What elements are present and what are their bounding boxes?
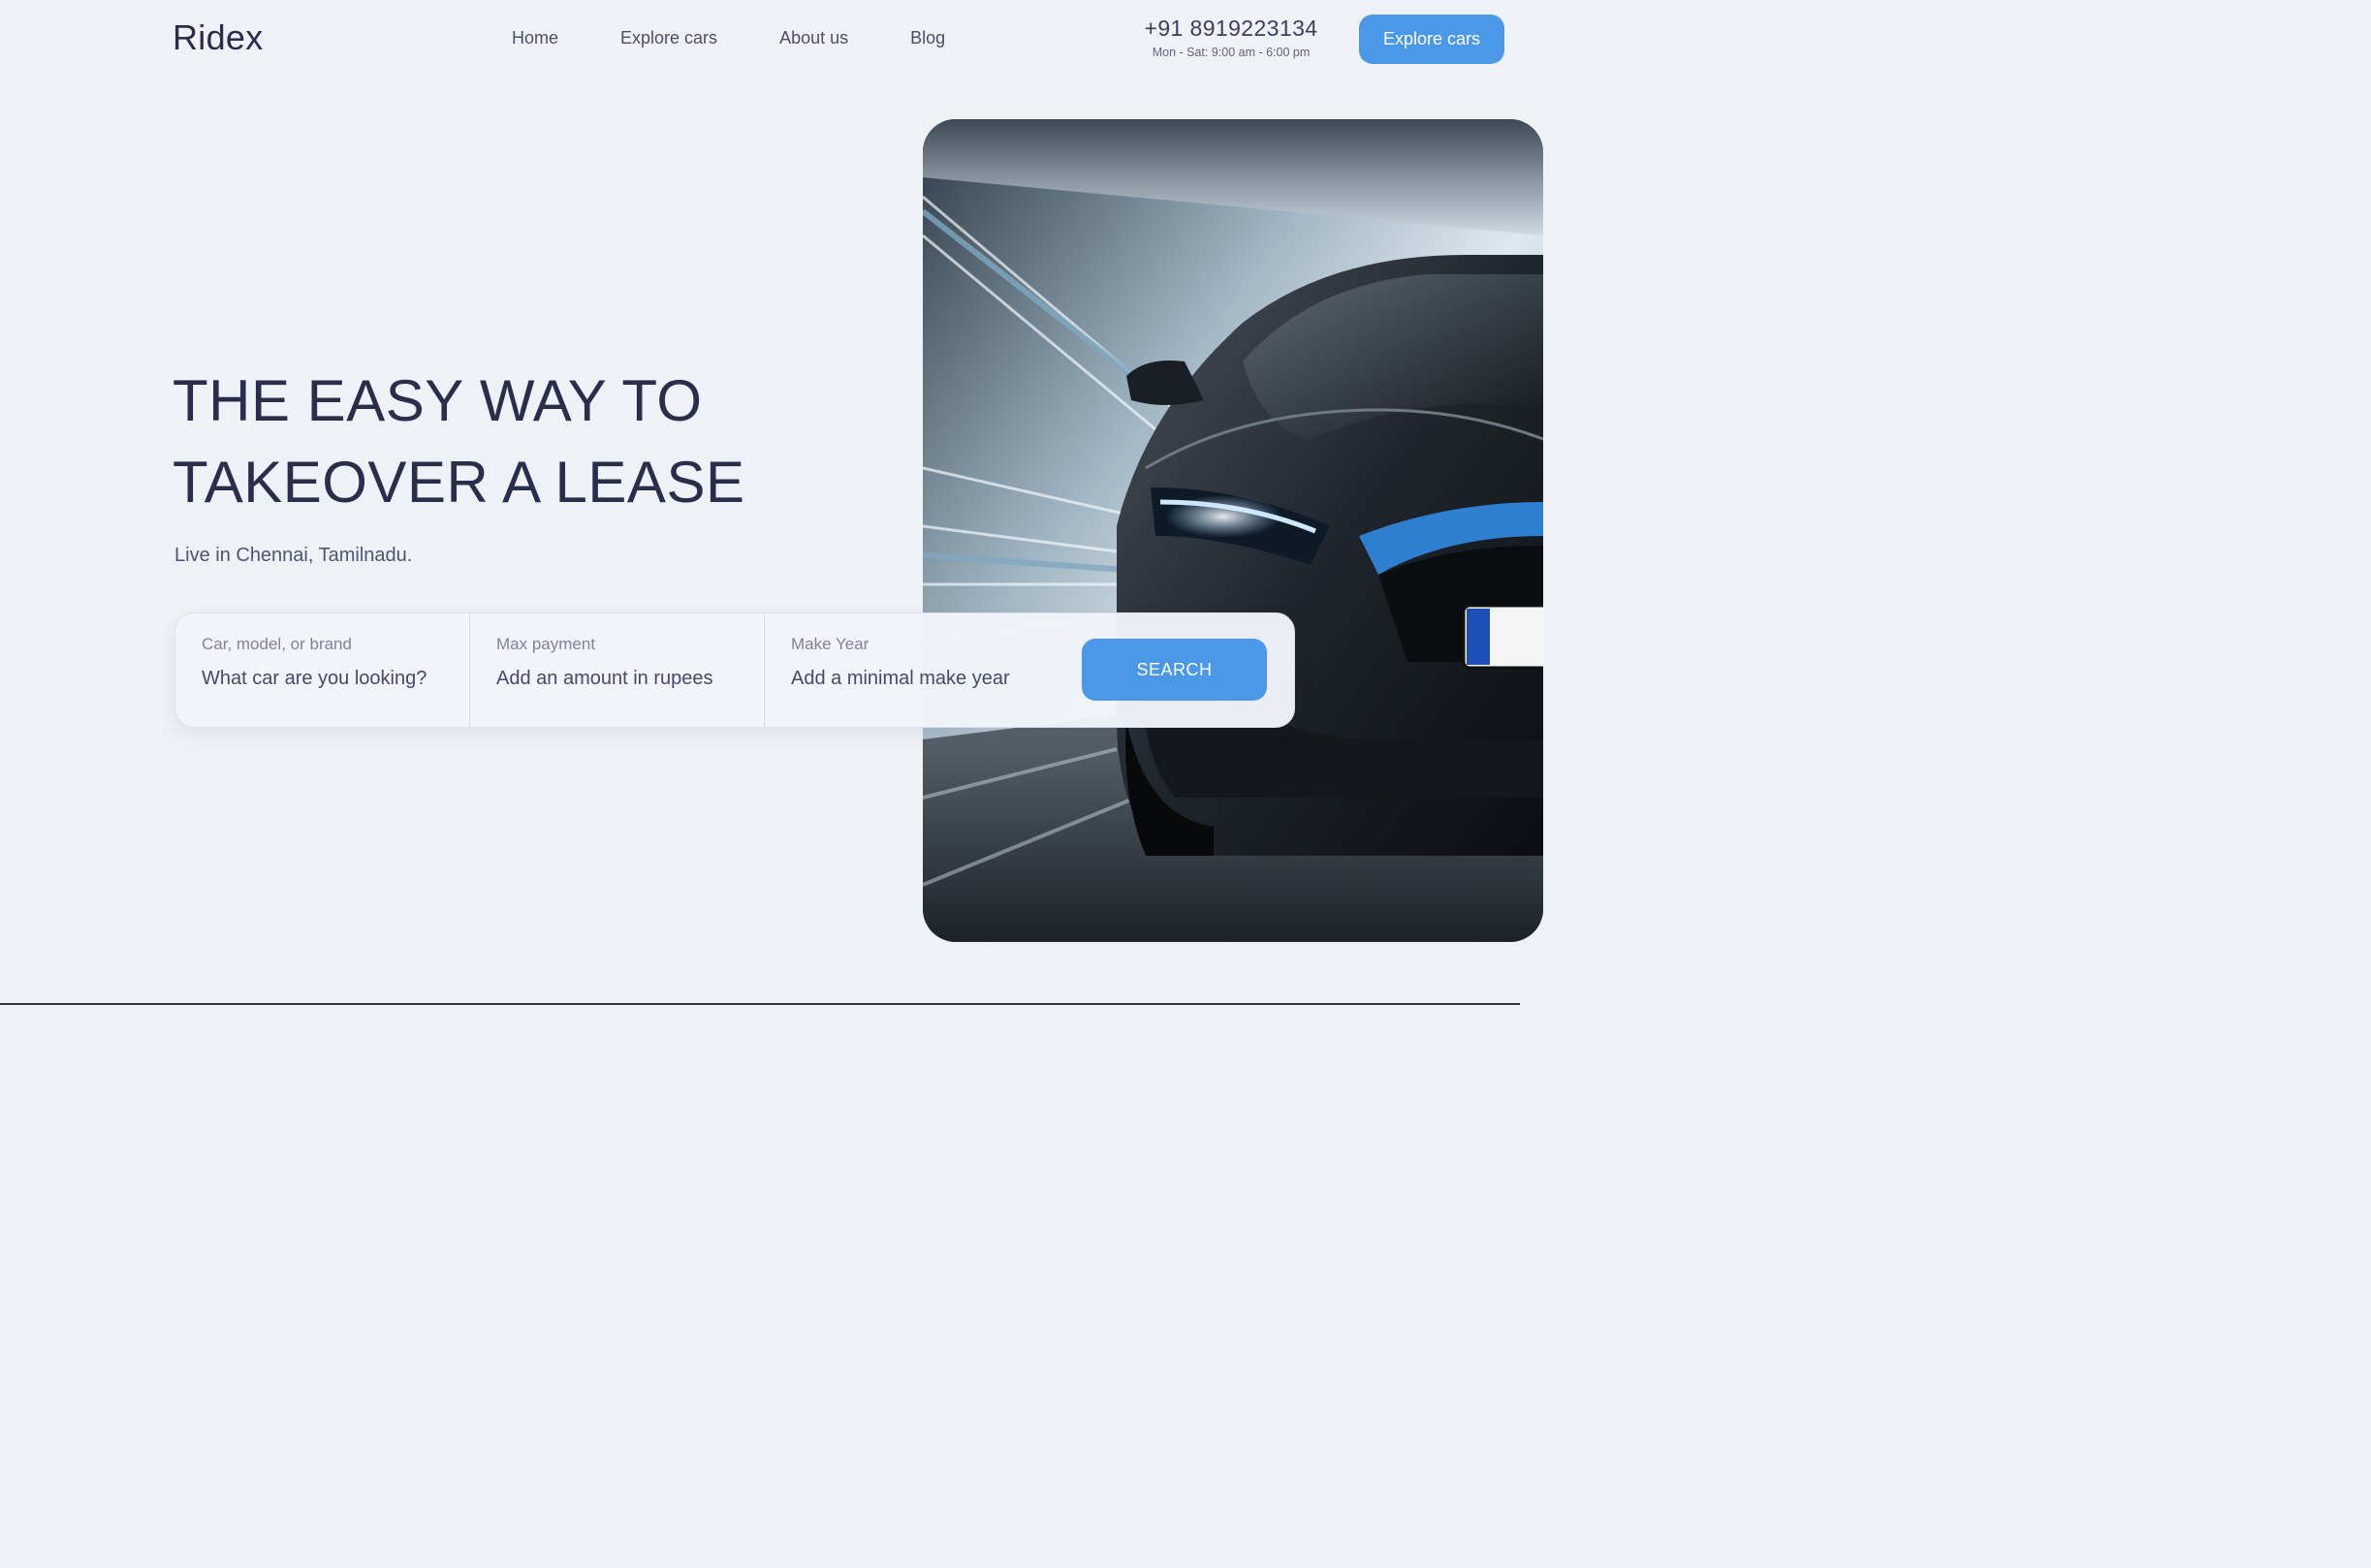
hero-car-image	[923, 119, 1543, 942]
nav-item-home[interactable]: Home	[512, 28, 558, 48]
hero-title: THE EASY WAY TO TAKEOVER A LEASE	[173, 361, 744, 523]
hero-subtitle: Live in Chennai, Tamilnadu.	[174, 545, 413, 566]
car-search-field: Car, model, or brand	[175, 613, 469, 727]
car-model-brand-input[interactable]	[202, 668, 454, 690]
hero-title-line-1: THE EASY WAY TO	[173, 368, 703, 433]
max-payment-label: Max payment	[496, 635, 596, 653]
contact-info: +91 8919223134 Mon - Sat: 9:00 am - 6:00…	[1134, 16, 1328, 59]
brand-logo[interactable]: Ridex	[173, 17, 264, 58]
make-year-label: Make Year	[791, 635, 869, 653]
nav-item-explore-cars[interactable]: Explore cars	[620, 28, 717, 48]
business-hours: Mon - Sat: 9:00 am - 6:00 pm	[1152, 46, 1311, 59]
max-payment-field: Max payment	[469, 613, 764, 727]
make-year-input[interactable]	[791, 668, 1043, 690]
max-payment-input[interactable]	[496, 668, 748, 690]
car-field-label: Car, model, or brand	[202, 635, 352, 653]
search-button[interactable]: SEARCH	[1082, 639, 1267, 701]
search-panel: Car, model, or brand Max payment Make Ye…	[174, 612, 1295, 728]
nav-item-about-us[interactable]: About us	[779, 28, 848, 48]
car-illustration	[923, 119, 1543, 942]
nav-item-blog[interactable]: Blog	[910, 28, 945, 48]
hero-title-line-2: TAKEOVER A LEASE	[173, 450, 745, 515]
make-year-field: Make Year	[764, 613, 1082, 727]
main-nav: Home Explore cars About us Blog	[512, 28, 945, 48]
phone-number[interactable]: +91 8919223134	[1134, 16, 1328, 42]
explore-cars-button[interactable]: Explore cars	[1359, 15, 1504, 64]
site-header: Ridex Home Explore cars About us Blog +9…	[0, 0, 1520, 87]
page-bottom-divider	[0, 1003, 1520, 1005]
